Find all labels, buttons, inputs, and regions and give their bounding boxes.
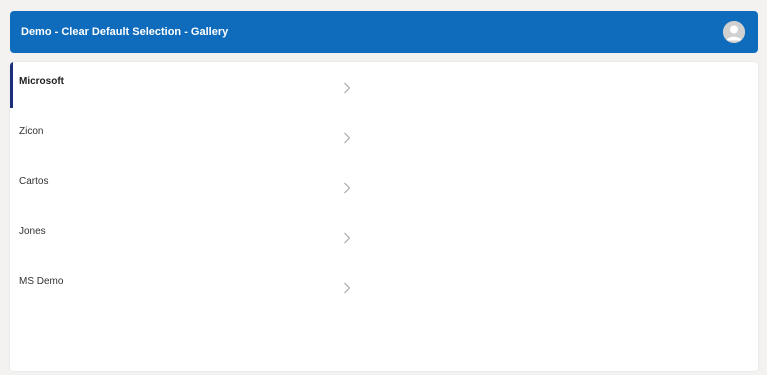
- gallery-item-label: Jones: [19, 226, 46, 237]
- gallery-item[interactable]: Jones: [10, 212, 370, 260]
- gallery-item-label: Cartos: [19, 176, 49, 187]
- user-avatar-icon[interactable]: [723, 21, 745, 43]
- app-screen: Demo - Clear Default Selection - Gallery…: [0, 0, 767, 375]
- header-bar: Demo - Clear Default Selection - Gallery: [10, 11, 758, 53]
- chevron-right-icon[interactable]: [343, 132, 351, 144]
- gallery-item-label: MS Demo: [19, 276, 64, 287]
- chevron-right-icon[interactable]: [343, 182, 351, 194]
- gallery-item[interactable]: MS Demo: [10, 262, 370, 310]
- gallery-item[interactable]: Cartos: [10, 162, 370, 210]
- chevron-right-icon[interactable]: [343, 282, 351, 294]
- chevron-right-icon[interactable]: [343, 82, 351, 94]
- gallery-item-label: Microsoft: [19, 76, 64, 87]
- gallery-panel: Microsoft Zicon Cartos Jones MS Demo: [10, 62, 758, 371]
- gallery-item[interactable]: Zicon: [10, 112, 370, 160]
- chevron-right-icon[interactable]: [343, 232, 351, 244]
- gallery-item[interactable]: Microsoft: [10, 62, 370, 110]
- page-title: Demo - Clear Default Selection - Gallery: [21, 26, 229, 38]
- gallery-item-label: Zicon: [19, 126, 44, 137]
